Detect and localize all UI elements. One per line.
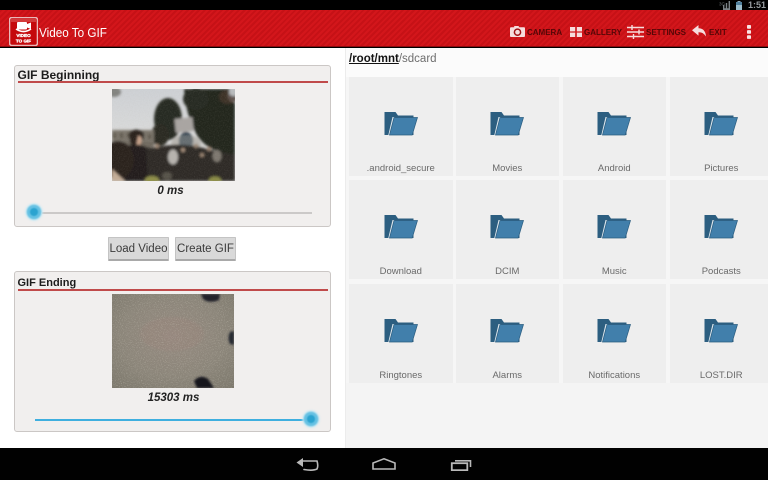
svg-text:VIDEO: VIDEO — [16, 33, 31, 38]
svg-text:TO GIF: TO GIF — [16, 39, 31, 44]
svg-text:3G: 3G — [719, 2, 726, 7]
